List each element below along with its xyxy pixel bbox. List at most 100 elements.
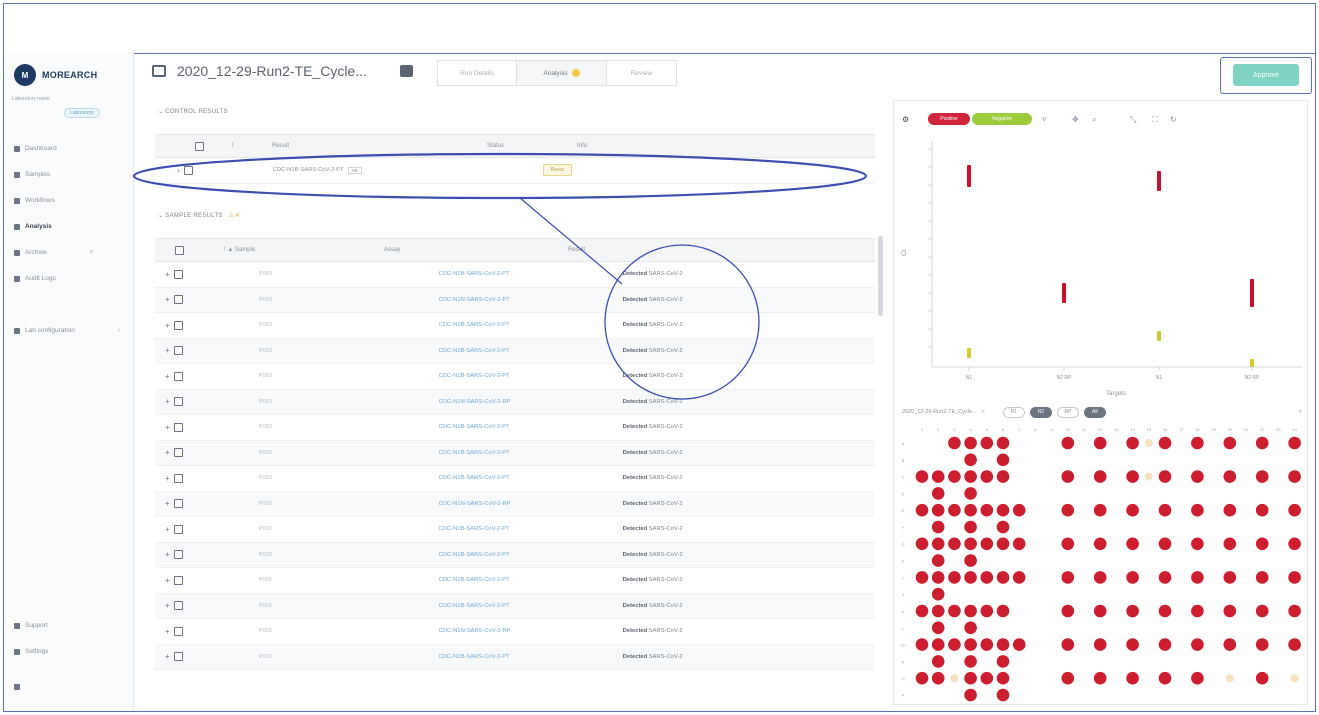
expand-icon[interactable]: + — [165, 652, 170, 661]
plate-well[interactable] — [1061, 638, 1075, 651]
ct-data-point[interactable] — [967, 348, 971, 358]
plate-well[interactable] — [948, 470, 961, 483]
plate-well[interactable] — [1223, 604, 1237, 618]
plate-well[interactable] — [1288, 470, 1301, 483]
plate-well[interactable] — [1126, 604, 1139, 618]
plate-well[interactable] — [948, 537, 961, 551]
expand-icon[interactable]: + — [165, 295, 170, 304]
plate-well[interactable] — [1191, 571, 1204, 584]
plate-well[interactable] — [931, 537, 945, 551]
plate-well[interactable] — [964, 470, 977, 483]
plate-well[interactable] — [1288, 571, 1301, 584]
row-checkbox[interactable] — [173, 422, 183, 432]
plate-well[interactable] — [1144, 472, 1153, 481]
ct-data-point[interactable] — [1157, 331, 1161, 341]
tab-review[interactable]: Review — [607, 60, 677, 86]
expand-icon[interactable]: + — [165, 601, 170, 610]
column-result[interactable]: Result — [568, 247, 585, 253]
plate-well[interactable] — [1255, 638, 1269, 651]
plate-well[interactable] — [980, 537, 994, 551]
plate-well[interactable] — [1012, 638, 1026, 651]
plate-well[interactable] — [1191, 671, 1204, 685]
plate-well[interactable] — [1012, 503, 1026, 517]
expand-icon[interactable]: + — [165, 576, 170, 585]
plate-well[interactable] — [996, 688, 1010, 702]
column-info[interactable]: Info — [577, 143, 587, 149]
column-sample[interactable]: ! ▲ Sample — [224, 247, 384, 253]
chevron-down-icon[interactable]: ˅ — [982, 409, 985, 415]
sample-cell[interactable]: P001 — [259, 577, 439, 583]
table-scrollbar[interactable] — [878, 236, 883, 316]
plate-well[interactable] — [1223, 436, 1237, 450]
select-all-checkbox[interactable] — [175, 245, 184, 255]
plate-well[interactable] — [931, 655, 945, 668]
assay-cell[interactable]: CDC-N1B-SARS-CoV-2-PT — [439, 322, 623, 328]
plate-well[interactable] — [1223, 470, 1237, 483]
plate-well[interactable] — [1093, 537, 1107, 551]
table-row[interactable]: + P003 CDC-N1N-SARS-CoV-2-PT Detected SARS-… — [155, 287, 875, 313]
plate-well[interactable] — [931, 554, 945, 567]
table-row[interactable]: + P003 CDC-N1B-SARS-CoV-2-PT Detected SARS-… — [155, 262, 875, 288]
sample-cell[interactable]: P001 — [259, 603, 439, 609]
table-row[interactable]: + P002 CDC-N1B-SARS-CoV-2-PT Detected SARS-… — [155, 517, 875, 543]
row-checkbox[interactable] — [173, 448, 183, 458]
plate-well[interactable] — [1290, 674, 1299, 683]
table-row[interactable]: + P001 CDC-N1N-SARS-CoV-2-RP Detected SARS-… — [155, 619, 875, 645]
plate-well[interactable] — [1126, 470, 1139, 483]
plate-well[interactable] — [964, 537, 977, 551]
expand-icon[interactable]: + — [165, 550, 170, 559]
expand-icon[interactable]: + — [165, 627, 170, 636]
expand-icon[interactable]: + — [165, 525, 170, 534]
plate-well[interactable] — [1191, 470, 1204, 483]
plate-well[interactable] — [964, 436, 977, 450]
sidebar-item-archive[interactable]: Archive ˅ — [14, 249, 93, 256]
plate-well[interactable] — [1255, 571, 1269, 584]
sample-cell[interactable]: P003 — [259, 271, 439, 277]
laboratory-chip[interactable]: Laboratory — [64, 108, 100, 118]
plate-well[interactable] — [996, 503, 1010, 517]
plate-well[interactable] — [931, 671, 945, 685]
plate-well[interactable] — [948, 604, 961, 618]
table-row[interactable]: + P003 CDC-N1B-SARS-CoV-2-PT Detected SARS-… — [155, 364, 875, 390]
plate-well[interactable] — [1191, 537, 1204, 551]
plate-well[interactable] — [1158, 604, 1172, 618]
plate-well[interactable] — [964, 503, 977, 517]
pan-icon[interactable]: ✥ — [1072, 115, 1079, 124]
plate-well[interactable] — [980, 671, 994, 685]
plate-well[interactable] — [1126, 671, 1139, 685]
row-checkbox[interactable] — [173, 269, 183, 279]
sample-results-heading[interactable]: ⌄ SAMPLE RESULTS ⚠ 4 — [158, 212, 239, 219]
plate-well[interactable] — [1288, 604, 1301, 618]
plate-well[interactable] — [1061, 537, 1075, 551]
plate-well[interactable] — [1158, 436, 1172, 450]
plate-well[interactable] — [964, 655, 977, 668]
plate-well[interactable] — [996, 470, 1010, 483]
plate-well[interactable] — [915, 503, 929, 517]
control-row[interactable]: › CDC-N1B-SARS-CoV-2-PT HB Rerun — [155, 158, 875, 184]
plate-well[interactable] — [1126, 571, 1139, 584]
plate-well[interactable] — [1191, 436, 1204, 450]
plate-well[interactable] — [1061, 436, 1075, 450]
plate-well[interactable] — [915, 571, 929, 584]
plate-well[interactable] — [964, 571, 977, 584]
plate-well[interactable] — [996, 655, 1010, 668]
plate-selector[interactable]: 2020_12-29-Run2-TE_Cycle... — [902, 409, 977, 415]
table-row[interactable]: + P003 CDC-N1N-SARS-CoV-2-RP Detected SARS-… — [155, 389, 875, 415]
expand-icon[interactable]: + — [165, 321, 170, 330]
table-row[interactable]: + P003 CDC-N1B-SARS-CoV-2-PT Detected SARS-… — [155, 338, 875, 364]
expand-icon[interactable]: › — [177, 166, 180, 175]
ct-data-point[interactable] — [967, 165, 971, 187]
plate-well[interactable] — [1144, 439, 1153, 447]
row-checkbox[interactable] — [173, 652, 183, 662]
expand-icon[interactable]: + — [165, 448, 170, 457]
row-checkbox[interactable] — [173, 295, 183, 305]
plate-well[interactable] — [980, 436, 994, 450]
plate-well[interactable] — [1158, 537, 1172, 551]
plate-well[interactable] — [1093, 503, 1107, 517]
row-checkbox[interactable] — [173, 601, 183, 611]
document-icon[interactable] — [400, 65, 413, 77]
chip-n2[interactable]: N2 — [1029, 406, 1052, 418]
sample-cell[interactable]: P003 — [259, 373, 439, 379]
plate-well[interactable] — [1061, 604, 1075, 618]
plate-well[interactable] — [1126, 436, 1139, 450]
